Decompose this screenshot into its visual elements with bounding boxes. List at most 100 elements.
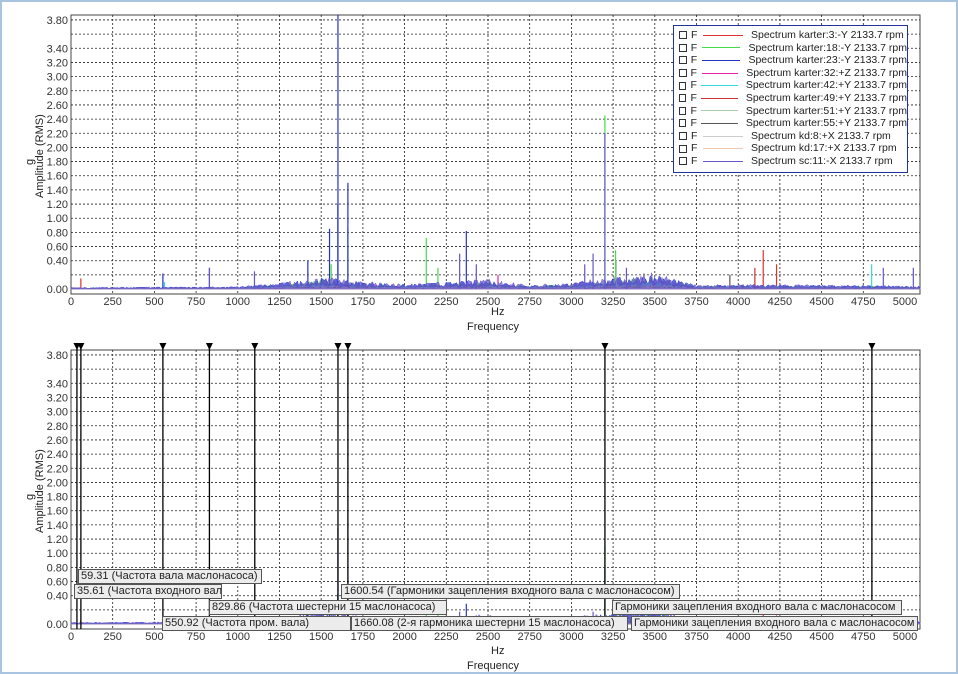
x-tick-label: 2250 bbox=[434, 631, 458, 643]
y-tick-label: 2.20 bbox=[47, 463, 68, 475]
y-tick-label: 0.00 bbox=[47, 619, 68, 631]
x-tick-label: 250 bbox=[104, 631, 122, 643]
legend-flag: F bbox=[691, 29, 698, 41]
legend-checkbox[interactable] bbox=[679, 157, 687, 166]
legend-checkbox[interactable] bbox=[679, 132, 687, 141]
x-tick-label: 1750 bbox=[351, 631, 375, 643]
marker-annotation-label[interactable]: 59.31 (Частота вала маслонасоса) bbox=[78, 569, 262, 584]
x-tick-label: 4250 bbox=[768, 631, 792, 643]
x-tick-label: 2750 bbox=[517, 631, 541, 643]
top-x-unit: Hz bbox=[491, 306, 505, 318]
legend-item[interactable]: F Spectrum karter:49:+Y 2133.7 rpm bbox=[679, 92, 907, 105]
legend-swatch bbox=[703, 34, 743, 36]
marker-triangle-icon bbox=[601, 343, 609, 350]
legend-checkbox[interactable] bbox=[679, 43, 687, 52]
legend-item[interactable]: F Spectrum karter:42:+Y 2133.7 rpm bbox=[679, 79, 907, 92]
y-tick-label: 0.40 bbox=[47, 591, 68, 603]
marker-triangle-icon bbox=[868, 343, 876, 350]
legend-swatch bbox=[701, 72, 739, 74]
legend-checkbox[interactable] bbox=[679, 56, 687, 65]
legend-item[interactable]: F Spectrum karter:18:-Y 2133.7 rpm bbox=[679, 42, 907, 55]
bottom-x-axis-label: Frequency bbox=[467, 660, 519, 672]
legend-flag: F bbox=[691, 129, 698, 142]
x-tick-label: 1000 bbox=[226, 631, 250, 643]
marker-triangle-icon bbox=[159, 343, 167, 350]
y-tick-label: 1.20 bbox=[47, 534, 68, 546]
y-tick-label: 2.40 bbox=[47, 449, 68, 461]
legend-label: Spectrum karter:18:-Y 2133.7 rpm bbox=[748, 41, 907, 54]
x-tick-label: 3750 bbox=[684, 631, 708, 643]
x-tick-label: 750 bbox=[187, 631, 205, 643]
legend-item[interactable]: F Spectrum karter:55:+Y 2133.7 rpm bbox=[679, 117, 907, 130]
legend-checkbox[interactable] bbox=[679, 144, 687, 153]
legend-checkbox[interactable] bbox=[679, 106, 687, 115]
legend-item[interactable]: F Spectrum kd:17:+X 2133.7 rpm bbox=[679, 142, 907, 155]
legend-item[interactable]: F Spectrum karter:3:-Y 2133.7 rpm bbox=[679, 29, 907, 42]
legend-label: Spectrum karter:49:+Y 2133.7 rpm bbox=[745, 91, 907, 104]
x-tick-label: 4500 bbox=[809, 631, 833, 643]
legend-swatch bbox=[703, 135, 743, 137]
x-tick-label: 0 bbox=[68, 631, 74, 643]
legend-label: Spectrum sc:11:-X 2133.7 rpm bbox=[751, 154, 893, 167]
legend-label: Spectrum kd:8:+X 2133.7 rpm bbox=[751, 129, 891, 142]
x-tick-label: 4000 bbox=[726, 631, 750, 643]
y-tick-label: 3.40 bbox=[47, 378, 68, 390]
legend-label: Spectrum karter:51:+Y 2133.7 rpm bbox=[745, 104, 907, 117]
legend-checkbox[interactable] bbox=[679, 81, 687, 90]
legend-checkbox[interactable] bbox=[679, 119, 687, 128]
marker-annotation-label[interactable]: 1600.54 (Гармоники зацепления входного в… bbox=[341, 584, 680, 599]
legend-swatch bbox=[701, 85, 738, 87]
x-tick-label: 3500 bbox=[643, 631, 667, 643]
legend-flag: F bbox=[690, 66, 697, 79]
y-tick-label: 1.00 bbox=[47, 548, 68, 560]
legend-label: Spectrum karter:23:-Y 2133.7 rpm bbox=[748, 54, 907, 67]
legend-item[interactable]: F Spectrum sc:11:-X 2133.7 rpm bbox=[679, 155, 907, 168]
marker-annotation-label[interactable]: Гармоники зацепления входного вала с мас… bbox=[612, 600, 902, 615]
x-tick-label: 5000 bbox=[893, 631, 917, 643]
marker-triangle-icon bbox=[334, 343, 342, 350]
marker-annotation-label[interactable]: 829.86 (Частота шестерни 15 маслонасоса) bbox=[209, 600, 447, 615]
x-tick-label: 2500 bbox=[476, 631, 500, 643]
marker-annotation-label[interactable]: 1660.08 (2-я гармоника шестерни 15 масло… bbox=[351, 616, 628, 631]
legend-item[interactable]: F Spectrum karter:32:+Z 2133.7 rpm bbox=[679, 67, 907, 80]
legend-flag: F bbox=[690, 41, 698, 54]
marker-annotation-label[interactable]: 550.92 (Частота пром. вала) bbox=[162, 616, 351, 631]
x-tick-label: 3250 bbox=[601, 631, 625, 643]
legend-swatch bbox=[701, 97, 738, 99]
legend-swatch bbox=[703, 148, 743, 150]
marker-annotation-label[interactable]: 35.61 (Частота входного вала) bbox=[74, 584, 222, 599]
legend-label: Spectrum karter:42:+Y 2133.7 rpm bbox=[745, 79, 907, 92]
marker-annotation-label[interactable]: Гармоники зацепления входного вала с мас… bbox=[631, 616, 918, 631]
bottom-y-axis-label: Amplitude (RMS) bbox=[34, 449, 46, 533]
x-tick-label: 1250 bbox=[267, 631, 291, 643]
y-tick-label: 3.20 bbox=[47, 392, 68, 404]
legend-flag: F bbox=[690, 91, 697, 104]
legend-item[interactable]: F Spectrum karter:23:-Y 2133.7 rpm bbox=[679, 54, 907, 67]
legend-swatch bbox=[701, 110, 738, 112]
y-tick-label: 0.80 bbox=[47, 562, 68, 574]
legend-flag: F bbox=[690, 54, 698, 67]
legend-flag: F bbox=[690, 104, 697, 117]
legend-swatch bbox=[702, 59, 741, 61]
y-tick-label: 3.00 bbox=[47, 407, 68, 419]
legend-checkbox[interactable] bbox=[679, 31, 687, 40]
y-tick-label: 1.40 bbox=[47, 520, 68, 532]
legend: F Spectrum karter:3:-Y 2133.7 rpm F Spectru… bbox=[673, 25, 908, 173]
bottom-x-unit: Hz bbox=[491, 645, 505, 657]
legend-item[interactable]: F Spectrum karter:51:+Y 2133.7 rpm bbox=[679, 105, 907, 118]
top-y-axis-label: Amplitude (RMS) bbox=[34, 114, 46, 198]
legend-label: Spectrum karter:32:+Z 2133.7 rpm bbox=[746, 66, 907, 79]
legend-flag: F bbox=[690, 117, 697, 130]
y-tick-label: 1.80 bbox=[47, 492, 68, 504]
legend-label: Spectrum karter:3:-Y 2133.7 rpm bbox=[751, 29, 904, 41]
y-tick-label: 1.60 bbox=[47, 506, 68, 518]
top-x-axis-label: Frequency bbox=[467, 321, 519, 333]
x-tick-label: 3000 bbox=[559, 631, 583, 643]
legend-label: Spectrum karter:55:+Y 2133.7 rpm bbox=[745, 117, 907, 130]
legend-flag: F bbox=[691, 154, 698, 167]
legend-item[interactable]: F Spectrum kd:8:+X 2133.7 rpm bbox=[679, 130, 907, 143]
legend-checkbox[interactable] bbox=[679, 94, 687, 103]
legend-checkbox[interactable] bbox=[679, 69, 687, 78]
y-tick-label: 2.80 bbox=[47, 421, 68, 433]
marker-triangle-icon bbox=[344, 343, 352, 350]
